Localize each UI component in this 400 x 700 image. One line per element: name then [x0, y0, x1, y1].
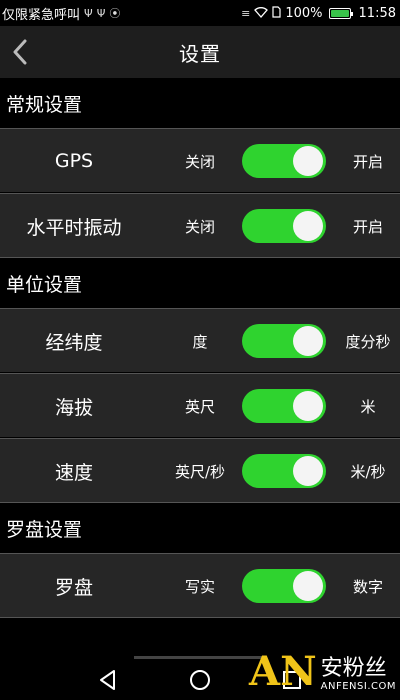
watermark-name: 安粉丝 [320, 655, 387, 681]
setting-label: 速度 [54, 461, 93, 484]
option-on-label: 米 [360, 397, 376, 416]
watermark-domain: ANFENSI.COM [320, 681, 396, 692]
battery-icon [328, 7, 353, 19]
status-right: ≡ 100% 11:58 [241, 6, 396, 21]
usb-icon: Ψ [84, 6, 93, 20]
setting-row-gps: GPS 关闭 开启 [0, 128, 400, 192]
vibrate-icon: ≡ [241, 6, 251, 20]
setting-row-level-vibrate: 水平时振动 关闭 开启 [0, 193, 400, 257]
setting-label: 罗盘 [54, 576, 93, 599]
option-on-label: 数字 [352, 577, 383, 596]
option-off-label: 英尺/秒 [174, 462, 226, 481]
option-on-label: 度分秒 [345, 332, 391, 351]
back-button[interactable] [6, 38, 34, 66]
page-title: 设置 [179, 41, 221, 66]
setting-label: 海拔 [54, 396, 93, 419]
divider [0, 617, 400, 618]
setting-row-speed: 速度 英尺/秒 米/秒 [0, 438, 400, 502]
title-bar: 设置 [0, 26, 400, 78]
nav-home-button[interactable] [186, 666, 214, 694]
option-on-label: 开启 [352, 152, 383, 171]
option-off-label: 英尺 [184, 397, 215, 416]
watermark: AN 安粉丝 ANFENSI.COM [249, 648, 396, 695]
toggle-knob [293, 326, 323, 356]
setting-row-compass: 罗盘 写实 数字 [0, 553, 400, 617]
option-off-label: 关闭 [184, 152, 215, 171]
wifi-icon [254, 6, 269, 20]
section-header-compass: 罗盘设置 [0, 503, 400, 553]
carrier-text: 仅限紧急呼叫 [2, 7, 81, 23]
vpn-icon: ⦿ [109, 6, 121, 20]
option-off-label: 度 [192, 332, 208, 351]
toggle-knob [293, 146, 323, 176]
chevron-left-icon [13, 39, 27, 65]
setting-label: GPS [54, 150, 94, 172]
watermark-logo: AN [249, 648, 317, 695]
setting-label: 经纬度 [45, 331, 103, 354]
option-on-label: 米/秒 [350, 462, 386, 481]
section-header-general: 常规设置 [0, 78, 400, 128]
battery-percent: 100% [285, 5, 323, 21]
compass-style-toggle[interactable] [242, 569, 326, 603]
toggle-knob [293, 571, 323, 601]
toggle-knob [293, 456, 323, 486]
nav-indicator [134, 656, 266, 659]
option-off-label: 关闭 [184, 217, 215, 236]
sim-icon [272, 6, 281, 20]
setting-row-altitude: 海拔 英尺 米 [0, 373, 400, 437]
circle-home-icon [190, 670, 210, 690]
triangle-back-icon [100, 670, 115, 690]
watermark-text: 安粉丝 ANFENSI.COM [320, 655, 396, 692]
setting-row-latlng: 经纬度 度 度分秒 [0, 308, 400, 372]
altitude-unit-toggle[interactable] [242, 389, 326, 423]
status-bar: 仅限紧急呼叫 Ψ Ψ ⦿ ≡ 100% 11:58 [0, 0, 400, 26]
latlng-format-toggle[interactable] [242, 324, 326, 358]
status-left: 仅限紧急呼叫 Ψ Ψ ⦿ [2, 4, 120, 23]
level-vibrate-toggle[interactable] [242, 209, 326, 243]
toggle-knob [293, 391, 323, 421]
option-off-label: 写实 [184, 577, 215, 596]
section-header-units: 单位设置 [0, 258, 400, 308]
status-time: 11:58 [358, 5, 396, 21]
speed-unit-toggle[interactable] [242, 454, 326, 488]
gps-toggle[interactable] [242, 144, 326, 178]
option-on-label: 开启 [352, 217, 383, 236]
setting-label: 水平时振动 [26, 216, 122, 239]
toggle-knob [293, 211, 323, 241]
usb-icon: Ψ [96, 6, 106, 20]
nav-back-button[interactable] [94, 666, 122, 694]
